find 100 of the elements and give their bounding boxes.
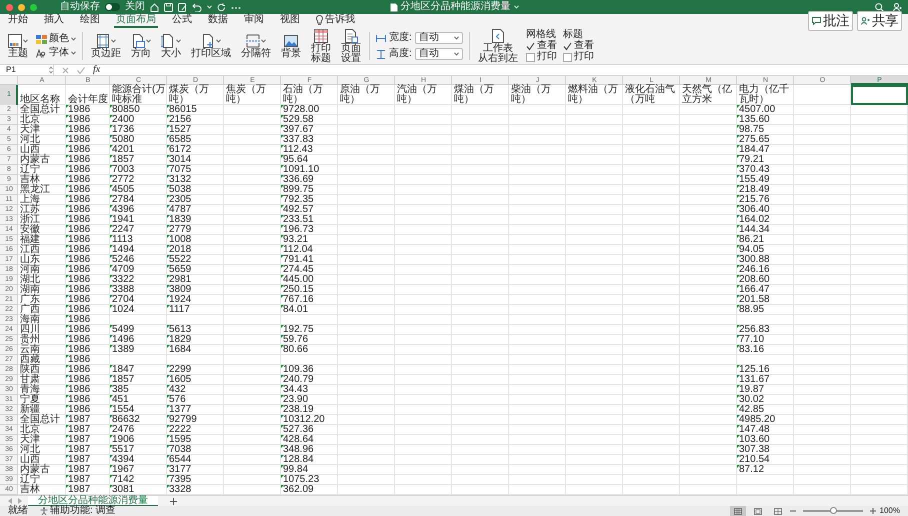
table-cell-text: 1987 — [67, 485, 90, 495]
table-cell-text: 362.09 — [282, 485, 314, 495]
sheet-tab[interactable]: 分地区分品种能源消费量 — [28, 496, 158, 506]
stepper-icon[interactable] — [49, 66, 53, 74]
table-cell-text: 全国总计 — [19, 105, 60, 115]
zoom-in-icon[interactable] — [870, 508, 876, 514]
comments-button[interactable]: 批注 — [808, 11, 853, 31]
ribbon-button[interactable]: 页面 设置 — [339, 28, 363, 64]
table-cell-text: 370.43 — [738, 165, 770, 175]
ribbon-tab[interactable]: 数据 — [206, 15, 230, 28]
table-cell-text: 1986 — [67, 275, 90, 285]
table-cell-text: 5499 — [111, 325, 134, 335]
table-cell-text: 1906 — [111, 435, 134, 445]
caret-icon — [146, 38, 151, 42]
table-cell-text: 1987 — [67, 425, 90, 435]
table-cell-text: 79.21 — [738, 155, 764, 165]
table-cell-text: 1857 — [111, 155, 134, 165]
ribbon-button[interactable]: 方向 — [129, 34, 153, 58]
accessibility-icon — [40, 507, 48, 515]
ribbon-button[interactable]: 分隔符 — [239, 34, 273, 58]
table-cell-text: 93.21 — [282, 235, 308, 245]
table-cell-text: 6172 — [168, 145, 192, 155]
fonts-button[interactable]: 字体 — [36, 48, 76, 58]
table-cell-text: 1527 — [168, 125, 192, 135]
table-cell-text: 208.60 — [738, 275, 770, 285]
save-icon[interactable] — [164, 2, 173, 12]
table-cell-text: 1941 — [111, 215, 134, 225]
color-swatch-icon — [36, 34, 47, 44]
ribbon-tab[interactable]: 视图 — [278, 15, 302, 28]
checkbox[interactable]: 查看 — [526, 41, 557, 51]
table-cell-text: 河南 — [19, 265, 40, 275]
checkbox[interactable]: 打印 — [526, 52, 557, 62]
save-as-icon[interactable] — [178, 2, 187, 12]
selected-cell[interactable] — [851, 85, 908, 105]
ribbon-tab[interactable]: 插入 — [42, 15, 66, 28]
ribbon-button[interactable]: 打印 标题 — [309, 28, 333, 64]
table-cell-text: 北京 — [19, 115, 40, 125]
sheet-direction-button[interactable]: 工作表 从右到左 — [476, 28, 520, 64]
table-cell-text: 1987 — [67, 435, 90, 445]
table-cell-text: 112.43 — [282, 145, 313, 155]
table-cell-text: 19.87 — [738, 385, 764, 395]
table-cell-text: 西藏 — [19, 355, 40, 365]
home-icon[interactable] — [150, 2, 159, 12]
scale-dropdown[interactable]: 自动 — [414, 32, 463, 44]
tell-me-button[interactable]: 告诉我 — [314, 15, 357, 28]
ribbon-tab[interactable]: 开始 — [6, 15, 30, 28]
checkbox[interactable]: 打印 — [562, 52, 594, 62]
insert-function-button[interactable]: fx — [93, 65, 100, 75]
search-icon[interactable] — [875, 2, 884, 12]
table-cell-text: 浙江 — [19, 215, 40, 225]
table-cell-text: 6585 — [168, 135, 192, 145]
table-cell-text: 5659 — [168, 265, 192, 275]
themes-button[interactable]: 主题 — [6, 34, 30, 58]
share-button[interactable]: 共享 — [857, 11, 902, 31]
accessibility-button[interactable]: 辅助功能: 调查 — [40, 506, 116, 516]
window-title: 分地区分品种能源消费量 — [400, 2, 510, 12]
table-cell-text: 山东 — [19, 255, 40, 265]
table-cell-text: 1839 — [168, 215, 192, 225]
table-cell-text: 江苏 — [19, 205, 40, 215]
table-cell-text: 7075 — [168, 165, 192, 175]
table-cell-text: 201.58 — [738, 295, 770, 305]
table-cell-text: 428.64 — [282, 435, 314, 445]
ribbon-tab[interactable]: 公式 — [170, 15, 194, 28]
table-cell-text: 1986 — [67, 355, 90, 365]
person-icon[interactable] — [893, 2, 902, 12]
scale-dropdown[interactable]: 自动 — [414, 48, 463, 60]
ribbon-button[interactable]: 大小 — [159, 34, 183, 58]
plus-icon — [170, 498, 177, 504]
comment-icon — [812, 17, 821, 25]
ribbon-button[interactable]: 页边距 — [89, 34, 123, 58]
table-cell-text: 1986 — [67, 265, 90, 275]
minimize-button[interactable] — [18, 4, 25, 10]
checkmark-icon — [526, 42, 535, 50]
maximize-button[interactable] — [30, 4, 37, 10]
ribbon-button[interactable]: 背景 — [279, 34, 303, 58]
redo-icon[interactable] — [217, 2, 226, 12]
autosave-toggle[interactable] — [105, 3, 120, 11]
view-button[interactable] — [730, 506, 746, 516]
ribbon-tab[interactable]: 审阅 — [242, 15, 266, 28]
table-cell-text: 4505 — [111, 185, 134, 195]
zoom-out-icon[interactable] — [790, 508, 796, 514]
table-cell-text: 6544 — [168, 455, 192, 465]
table-cell-text: 湖北 — [19, 275, 40, 285]
ribbon-tab[interactable]: 绘图 — [78, 15, 102, 28]
field-label: 宽度: — [389, 33, 412, 43]
slider-thumb[interactable] — [830, 507, 837, 514]
checkbox[interactable]: 查看 — [562, 41, 594, 51]
colors-button[interactable]: 颜色 — [36, 34, 76, 44]
table-cell-text: 7395 — [168, 475, 192, 485]
table-cell-text: 黑龙江 — [19, 185, 50, 195]
themes-icon — [8, 34, 22, 48]
table-cell-text: 1986 — [67, 175, 90, 185]
table-cell-text: 云南 — [19, 345, 40, 355]
table-cell-text: 1389 — [111, 345, 134, 355]
table-cell-text: 1986 — [67, 375, 90, 385]
undo-icon[interactable] — [192, 2, 202, 12]
table-cell-text: 4396 — [111, 205, 134, 215]
name-box[interactable]: P1 — [4, 65, 54, 75]
table-cell-text: 福建 — [19, 235, 40, 245]
ribbon-button[interactable]: 打印区域 — [189, 34, 233, 58]
